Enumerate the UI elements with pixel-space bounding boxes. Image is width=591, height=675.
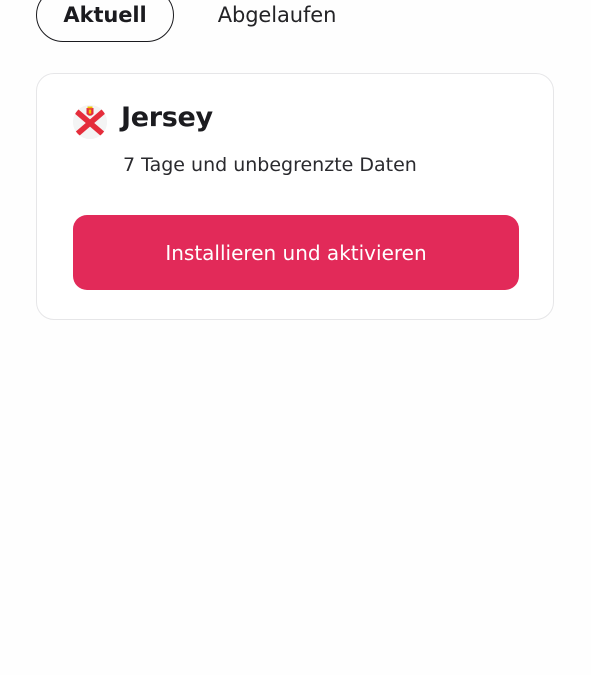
tab-current[interactable]: Aktuell: [36, 0, 174, 42]
plan-tabs: Aktuell Abgelaufen: [36, 0, 555, 44]
tab-expired[interactable]: Abgelaufen: [202, 0, 352, 42]
esim-card: Jersey 7 Tage und unbegrenzte Daten Inst…: [36, 73, 554, 320]
plan-description: 7 Tage und unbegrenzte Daten: [123, 154, 417, 176]
jersey-flag-icon: [73, 105, 107, 139]
install-activate-button[interactable]: Installieren und aktivieren: [73, 215, 519, 290]
country-name: Jersey: [121, 102, 213, 133]
